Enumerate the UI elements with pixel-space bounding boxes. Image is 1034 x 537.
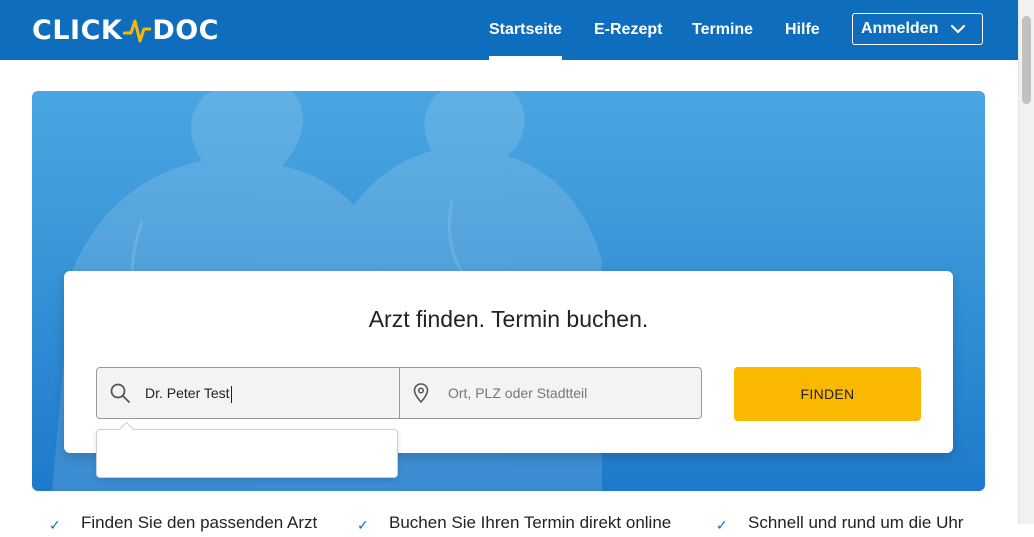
benefit-item: ✓ Buchen Sie Ihren Termin direkt online xyxy=(357,513,672,533)
benefits-row: ✓ Finden Sie den passenden Arzt ✓ Buchen… xyxy=(0,513,1018,537)
location-placeholder: Ort, PLZ oder Stadtteil xyxy=(448,385,588,401)
top-header: CLICK DOC Startseite E-Rezept Termine Hi… xyxy=(0,0,1018,60)
clickdoc-logo[interactable]: CLICK DOC xyxy=(32,13,219,47)
doctor-search-input[interactable]: Dr. Peter Test xyxy=(96,367,400,419)
find-button[interactable]: FINDEN xyxy=(734,367,921,421)
login-label: Anmelden xyxy=(861,20,939,37)
location-pin-icon xyxy=(413,383,429,404)
check-icon: ✓ xyxy=(716,517,728,533)
autocomplete-dropdown[interactable] xyxy=(96,421,398,478)
nav-startseite[interactable]: Startseite xyxy=(489,0,562,60)
nav-e-rezept[interactable]: E-Rezept xyxy=(594,0,662,60)
nav-hilfe[interactable]: Hilfe xyxy=(785,0,820,60)
logo-text-left: CLICK xyxy=(32,14,123,46)
location-input[interactable]: Ort, PLZ oder Stadtteil xyxy=(399,367,702,419)
check-icon: ✓ xyxy=(49,517,61,533)
login-button[interactable]: Anmelden xyxy=(852,13,983,45)
search-icon xyxy=(110,383,130,403)
search-card: Arzt finden. Termin buchen. Dr. Peter Te… xyxy=(64,271,953,453)
nav-termine[interactable]: Termine xyxy=(692,0,753,60)
logo-pulse-icon xyxy=(123,19,152,43)
search-title: Arzt finden. Termin buchen. xyxy=(368,306,649,332)
check-icon: ✓ xyxy=(357,517,369,533)
benefit-item: ✓ Schnell und rund um die Uhr xyxy=(716,513,964,533)
page-scrollbar[interactable] xyxy=(1018,0,1034,524)
chevron-down-icon xyxy=(950,24,966,34)
logo-text-right: DOC xyxy=(152,14,219,46)
scrollbar-thumb[interactable] xyxy=(1022,16,1031,104)
doctor-search-value: Dr. Peter Test xyxy=(145,385,232,403)
benefit-item: ✓ Finden Sie den passenden Arzt xyxy=(49,513,318,533)
